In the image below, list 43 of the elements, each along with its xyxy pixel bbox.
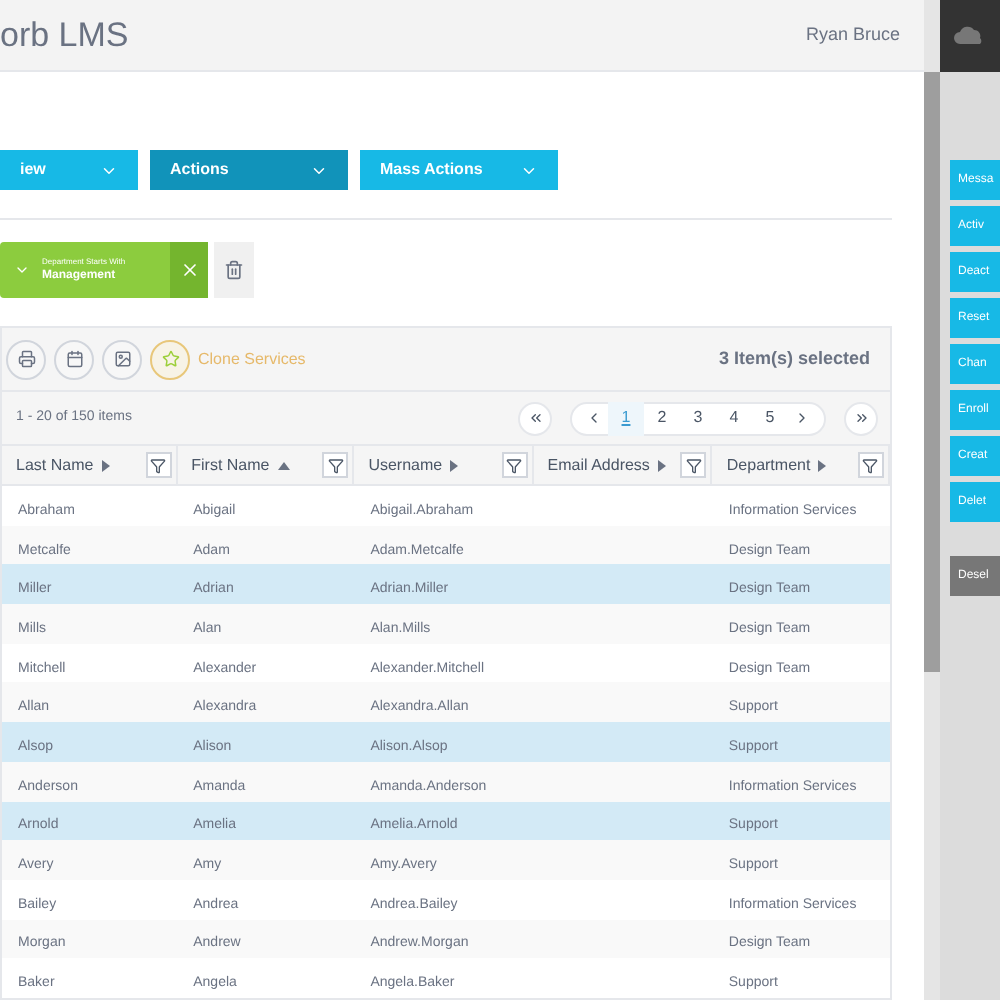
filter-icon	[150, 457, 167, 473]
first-page-icon	[527, 410, 543, 426]
column-header[interactable]: Last Name	[2, 446, 178, 484]
trash-icon	[224, 260, 244, 280]
cloud-logo-icon	[954, 26, 986, 46]
page-button[interactable]: 4	[716, 401, 752, 435]
close-icon	[179, 260, 199, 280]
star-button[interactable]	[150, 339, 190, 379]
star-icon	[161, 350, 179, 368]
printer-icon	[17, 350, 35, 368]
filter-button[interactable]	[857, 452, 884, 478]
filter-icon	[327, 457, 344, 473]
page-button[interactable]: 2	[644, 401, 680, 435]
chevron-down-icon	[14, 262, 30, 278]
filter-icon	[685, 457, 702, 473]
previous-page-icon	[586, 410, 602, 426]
column-header[interactable]: Username	[354, 446, 534, 484]
image-button[interactable]	[102, 339, 142, 379]
dropdown-button[interactable]: Actions	[150, 150, 348, 190]
column-header[interactable]: First Name	[177, 446, 355, 484]
filter-button[interactable]	[680, 452, 707, 478]
print-button[interactable]	[6, 339, 46, 379]
user-name: Ryan Bruce	[805, 21, 900, 48]
filter-button[interactable]	[322, 452, 349, 478]
next-page-icon	[794, 410, 810, 426]
page-button[interactable]: 1	[608, 401, 644, 435]
last-page-icon	[853, 410, 869, 426]
filter-icon	[506, 457, 523, 473]
calendar-icon	[65, 350, 83, 368]
last-page-button[interactable]	[844, 401, 878, 435]
filter-icon	[862, 457, 879, 473]
column-header[interactable]: Email Address	[533, 446, 713, 484]
column-header[interactable]: Department	[712, 446, 890, 484]
filter-button[interactable]	[145, 452, 172, 478]
filter-button[interactable]	[501, 452, 528, 478]
page-button[interactable]: 5	[752, 401, 788, 435]
calendar-button[interactable]	[54, 339, 94, 379]
image-icon	[113, 350, 131, 368]
selection-count: 3 Item(s) selected	[718, 345, 870, 372]
first-page-button[interactable]	[518, 401, 552, 435]
page-button[interactable]: 3	[680, 401, 716, 435]
app-title: orb LMS	[0, 13, 129, 58]
delete-button[interactable]	[214, 242, 254, 298]
